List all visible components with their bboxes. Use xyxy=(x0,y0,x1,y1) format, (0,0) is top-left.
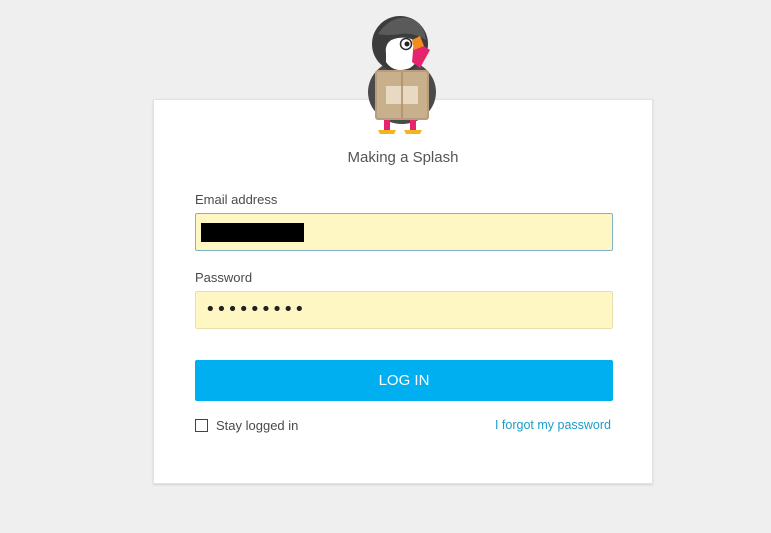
checkbox-icon[interactable] xyxy=(195,419,208,432)
password-value: ••••••••• xyxy=(205,299,306,320)
email-label: Email address xyxy=(195,192,278,207)
email-field[interactable] xyxy=(195,213,613,251)
login-button[interactable]: LOG IN xyxy=(195,360,613,401)
password-field[interactable]: ••••••••• xyxy=(195,291,613,329)
stay-logged-in-label: Stay logged in xyxy=(216,418,299,433)
login-card: Making a Splash Email address Password •… xyxy=(153,99,653,484)
login-page: Making a Splash Email address Password •… xyxy=(0,0,771,533)
forgot-password-link[interactable]: I forgot my password xyxy=(495,418,611,432)
password-label: Password xyxy=(195,270,253,285)
prestashop-puffin-logo-icon xyxy=(368,16,436,134)
redacted-email-value xyxy=(201,223,304,242)
stay-logged-in-checkbox[interactable]: Stay logged in xyxy=(195,418,298,433)
shop-name: Making a Splash xyxy=(347,149,459,166)
